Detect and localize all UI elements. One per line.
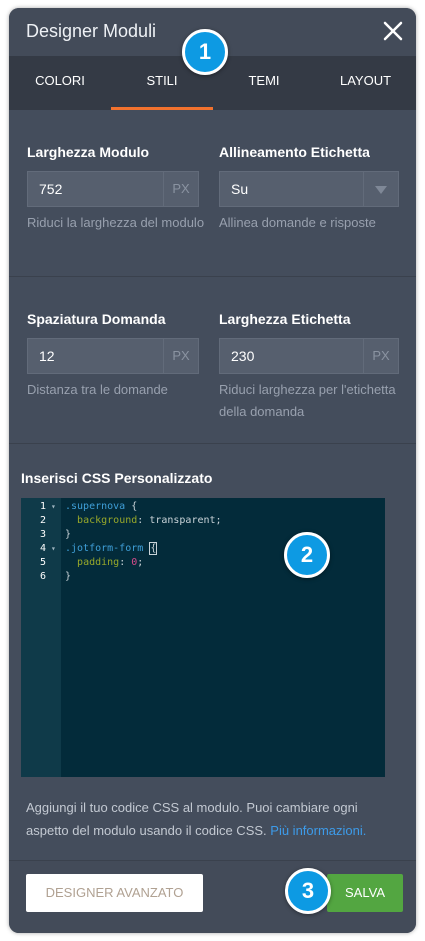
question-spacing-unit: PX	[163, 339, 198, 373]
step-badge-2: 2	[284, 532, 330, 578]
line-number: 3	[39, 529, 46, 540]
question-spacing-label: Spaziatura Domanda	[27, 311, 166, 327]
line-number: 1 ▾	[39, 500, 56, 514]
label-alignment-label: Allineamento Etichetta	[219, 144, 370, 160]
code-line: padding: 0;	[77, 557, 144, 568]
question-spacing-value: 12	[39, 348, 55, 364]
step-badge-3: 3	[285, 868, 331, 914]
tab-temi[interactable]: TEMI	[213, 56, 315, 110]
line-number: 5	[39, 557, 46, 568]
question-spacing-hint: Distanza tra le domande	[27, 382, 168, 397]
css-code-editor[interactable]: 1 ▾ 2 3 4 ▾ 5 6 .supernova { background: t…	[21, 498, 385, 777]
line-number: 2	[39, 515, 46, 526]
tab-colori[interactable]: COLORI	[9, 56, 111, 110]
question-spacing-input[interactable]: 12 PX	[27, 338, 199, 374]
label-width-value: 230	[231, 348, 255, 364]
more-info-link[interactable]: Più informazioni.	[270, 823, 366, 838]
form-width-label: Larghezza Modulo	[27, 144, 150, 160]
code-line: }	[65, 571, 72, 582]
form-width-value: 752	[39, 181, 63, 197]
custom-css-description: Aggiungi il tuo codice CSS al modulo. Pu…	[26, 800, 367, 838]
label-alignment-value: Su	[231, 181, 249, 197]
label-width-label: Larghezza Etichetta	[219, 311, 351, 327]
code-line: .supernova {	[65, 501, 138, 512]
fold-arrow-icon[interactable]: ▾	[51, 500, 56, 514]
code-line: .jotform-form {	[65, 542, 158, 555]
form-designer-panel: Designer Moduli COLORI STILI TEMI LAYOUT…	[9, 8, 416, 933]
label-width-input[interactable]: 230 PX	[219, 338, 399, 374]
save-button[interactable]: SALVA	[327, 874, 403, 912]
form-width-hint: Riduci la larghezza del modulo	[27, 215, 205, 230]
advanced-designer-button[interactable]: DESIGNER AVANZATO	[26, 874, 203, 912]
line-number: 6	[39, 571, 46, 582]
close-icon[interactable]	[382, 20, 404, 42]
width-alignment-section: Larghezza Modulo 752 PX Riduci la larghe…	[9, 110, 416, 277]
panel-title: Designer Moduli	[26, 21, 157, 41]
tab-layout[interactable]: LAYOUT	[315, 56, 416, 110]
label-width-unit: PX	[363, 339, 398, 373]
line-number: 4 ▾	[39, 542, 56, 556]
form-width-input[interactable]: 752 PX	[27, 171, 199, 207]
custom-css-title: Inserisci CSS Personalizzato	[21, 470, 213, 486]
label-width-hint: Riduci larghezza per l'etichetta della d…	[219, 382, 396, 419]
spacing-labelwidth-section: Spaziatura Domanda 12 PX Distanza tra le…	[9, 277, 416, 444]
fold-arrow-icon[interactable]: ▾	[51, 542, 56, 556]
step-badge-1: 1	[182, 29, 228, 75]
label-alignment-hint: Allinea domande e risposte	[219, 215, 376, 230]
label-alignment-select[interactable]: Su	[219, 171, 399, 207]
dropdown-arrow-icon[interactable]	[363, 172, 398, 206]
code-line: }	[65, 529, 72, 540]
form-width-unit: PX	[163, 172, 198, 206]
code-line: background: transparent;	[77, 515, 222, 526]
